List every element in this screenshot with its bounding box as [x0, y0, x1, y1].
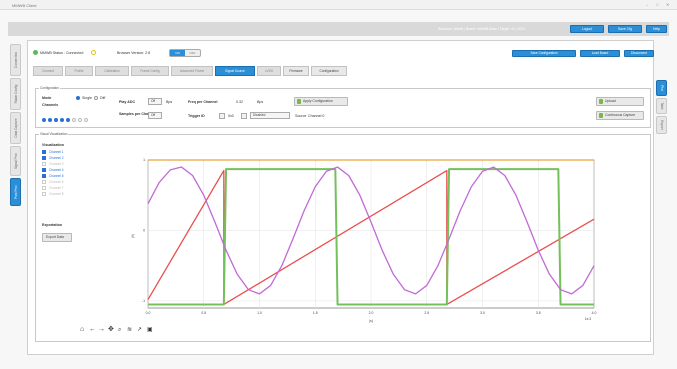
save-icon[interactable]: ▣ — [147, 326, 153, 334]
trigger-mode-checkbox[interactable] — [241, 113, 247, 119]
trigger-label: Trigger ID — [188, 114, 205, 118]
samples-select[interactable]: Off — [148, 112, 162, 119]
upload-icon — [599, 99, 603, 104]
device-status: MMWB Status : Connected — [40, 51, 84, 55]
mode-label: Mode — [42, 96, 52, 100]
browser-toggle[interactable]: ON OFF — [169, 49, 201, 57]
apply-icon — [297, 99, 301, 104]
tab-calibration[interactable]: Calibration — [95, 66, 129, 76]
export-data-button[interactable]: Export Data — [42, 233, 72, 242]
continuous-icon — [599, 113, 603, 118]
visualization-label: Visualization — [42, 143, 64, 147]
toggle-on: ON — [170, 50, 185, 56]
zoom-icon[interactable]: ⌕ — [118, 326, 121, 334]
tab-bar: Connect Profile Calibration Frame Config… — [33, 66, 653, 76]
mode-diff-radio[interactable] — [94, 96, 98, 100]
channel-dot[interactable] — [42, 118, 46, 122]
mode-single-label: Single — [82, 96, 92, 100]
visibility-checkbox[interactable] — [42, 180, 46, 184]
back-icon[interactable]: ← — [89, 326, 96, 334]
channel-dot[interactable] — [78, 118, 82, 122]
upload-button[interactable]: Upload — [596, 97, 644, 106]
exportation-label: Exportation — [42, 223, 62, 227]
channel-dot[interactable] — [66, 118, 70, 122]
visibility-row-8[interactable]: Channel 8 — [42, 192, 112, 198]
waveform-group: Visual Visualization Visualization Expor… — [35, 132, 651, 342]
nav-signal-proc[interactable]: Signal Proc — [10, 146, 21, 176]
load-board-button[interactable]: Load Board — [580, 50, 620, 57]
visibility-checkbox[interactable] — [42, 150, 46, 154]
disconnect-button[interactable]: Disconnect — [624, 50, 654, 57]
mode-single-radio[interactable] — [76, 96, 80, 100]
logout-button[interactable]: Logout — [570, 25, 604, 33]
continuous-capture-button[interactable]: Continuous Capture — [596, 111, 644, 120]
tab-firmware[interactable]: Firmware — [283, 66, 309, 76]
configuration-group: Configuration Mode Single Diff Channels … — [35, 86, 651, 128]
tab-lvds[interactable]: LVDS — [257, 66, 281, 76]
rnav-export[interactable]: Export — [656, 116, 667, 134]
browser-version: Browser Version: 2.8 — [117, 51, 151, 55]
tab-advanced-frame[interactable]: Advanced Frame — [171, 66, 213, 76]
channel-dot[interactable] — [48, 118, 52, 122]
channel-dot[interactable] — [84, 118, 88, 122]
minimize-icon[interactable]: – — [646, 2, 648, 7]
window-title: MMWB Client — [12, 3, 37, 8]
save-configuration-button[interactable]: Save Configuration — [512, 50, 576, 57]
help-button[interactable]: Help — [646, 25, 667, 33]
channel-dot[interactable] — [72, 118, 76, 122]
nav-radar-config[interactable]: Radar Config — [10, 78, 21, 110]
tab-configuration[interactable]: Configuration — [311, 66, 347, 76]
apply-configuration-button[interactable]: Apply Configuration — [294, 97, 348, 106]
source-value: Channel 0 — [308, 114, 325, 118]
visibility-checkbox[interactable] — [42, 168, 46, 172]
maximize-icon[interactable]: □ — [656, 2, 658, 7]
nav-post-proc[interactable]: Post Proc — [10, 178, 21, 206]
tab-connect[interactable]: Connect — [33, 66, 63, 76]
edit-axis-icon[interactable]: ↗ — [137, 326, 142, 334]
mode-diff-label: Diff — [100, 96, 106, 100]
channels-label: Channels — [42, 103, 59, 107]
freq-value: 0.32 — [236, 100, 243, 104]
waveform-legend: Visual Visualization — [39, 132, 69, 136]
window-titlebar: MMWB Client – □ ✕ — [0, 0, 677, 10]
trigger-value: 0x0 — [228, 114, 234, 118]
channel-dot[interactable] — [60, 118, 64, 122]
visibility-checkbox[interactable] — [42, 174, 46, 178]
home-icon[interactable]: ⌂ — [80, 326, 84, 334]
visibility-checkbox[interactable] — [42, 192, 46, 196]
close-icon[interactable]: ✕ — [666, 2, 669, 7]
visibility-checkbox[interactable] — [42, 156, 46, 160]
save-config-button[interactable]: Save Cfg — [608, 25, 642, 33]
visibility-checkbox[interactable] — [42, 186, 46, 190]
channel-dot[interactable] — [54, 118, 58, 122]
tab-signal-source[interactable]: Signal Source — [215, 66, 255, 76]
tab-frame-config[interactable]: Frame Config — [131, 66, 169, 76]
top-bar: Welcome, Admin | Board: MMWB-Base | Targ… — [8, 22, 669, 36]
info-icon[interactable] — [91, 50, 96, 55]
configuration-legend: Configuration — [39, 86, 60, 90]
nav-data-capture[interactable]: Data Capture — [10, 112, 21, 144]
pan-icon[interactable]: ✥ — [108, 326, 114, 334]
source-label: Source — [295, 114, 307, 118]
play-adc-select[interactable]: Off — [148, 98, 162, 105]
trigger-checkbox[interactable] — [219, 113, 225, 119]
rnav-plot[interactable]: Plot — [656, 80, 667, 96]
trigger-mode-select[interactable]: Disabled — [250, 112, 290, 119]
visibility-checkbox[interactable] — [42, 162, 46, 166]
toggle-off: OFF — [189, 51, 196, 55]
status-dot — [33, 50, 38, 55]
nav-connection[interactable]: Connection — [10, 44, 21, 76]
freq-label: Freq per Channel — [188, 100, 218, 104]
configure-icon[interactable]: ≋ — [127, 326, 132, 334]
rnav-table[interactable]: Table — [656, 98, 667, 114]
freq-unit: Bps — [257, 100, 264, 104]
play-adc-label: Play ADC — [119, 100, 136, 104]
user-info: Welcome, Admin | Board: MMWB-Base | Targ… — [438, 27, 526, 31]
tab-profile[interactable]: Profile — [65, 66, 93, 76]
forward-icon[interactable]: → — [98, 326, 105, 334]
play-adc-unit: Bps — [166, 100, 173, 104]
